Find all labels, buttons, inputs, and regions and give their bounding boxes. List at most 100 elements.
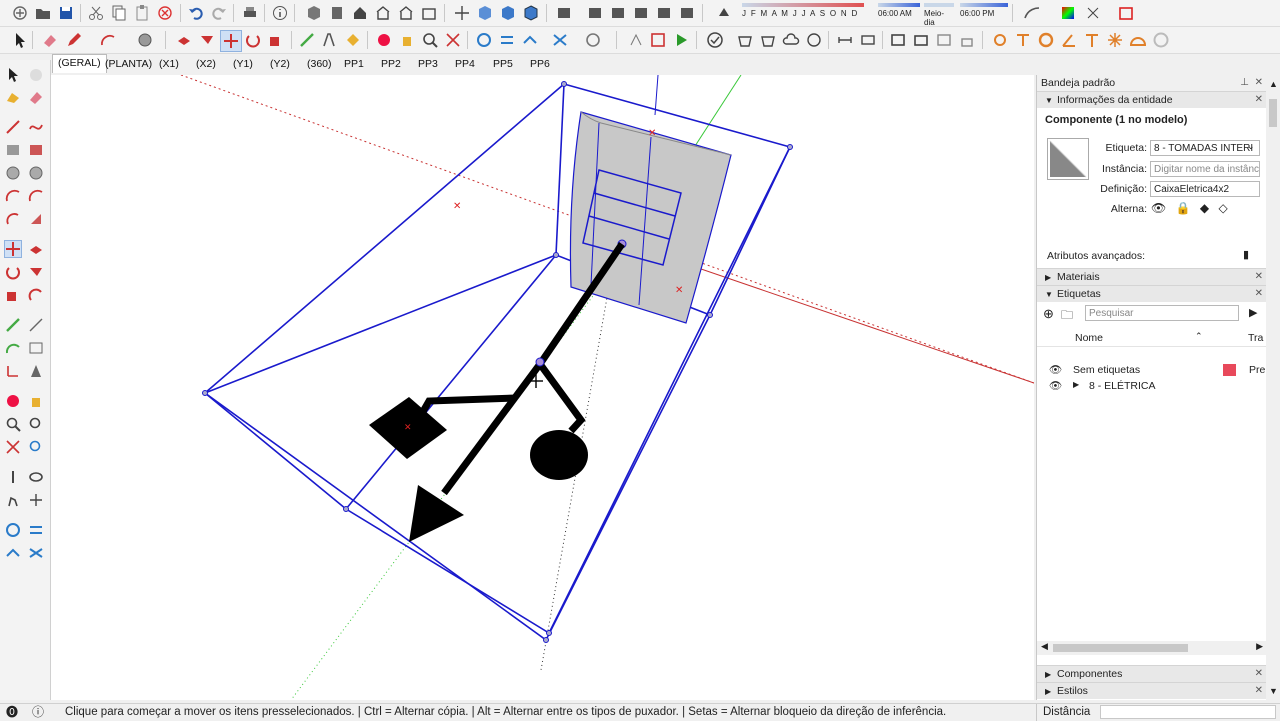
protractor-tool-icon[interactable] <box>4 339 22 357</box>
entity-info-header[interactable]: ▼ Informações da entidade ✕ <box>1037 91 1267 108</box>
smoove-icon[interactable] <box>497 30 517 50</box>
picture-icon[interactable] <box>934 30 954 50</box>
followme-tool-icon[interactable] <box>27 263 45 281</box>
expand-folder-icon[interactable]: ▶ <box>1073 380 1079 389</box>
xray-icon[interactable] <box>475 3 495 23</box>
tag-row[interactable]: 👁 Sem etiquetas Pre <box>1037 362 1267 378</box>
lock-icon[interactable]: 🔒 <box>1176 201 1191 215</box>
back-view-icon[interactable] <box>396 3 416 23</box>
scale-tool-icon[interactable] <box>4 286 22 304</box>
component-icon[interactable] <box>585 3 605 23</box>
paste-icon[interactable] <box>132 3 152 23</box>
pushpull-tool-icon[interactable] <box>27 240 45 258</box>
position-camera-tool-icon[interactable] <box>4 468 22 486</box>
add-location-icon[interactable] <box>583 30 603 50</box>
tag-row[interactable]: 👁 ▶ 8 - ELÉTRICA <box>1037 378 1267 394</box>
zoom-tool-icon[interactable] <box>4 415 22 433</box>
bucket-icon[interactable] <box>735 30 755 50</box>
dimension-icon[interactable] <box>835 30 855 50</box>
section-tool-icon[interactable] <box>27 491 45 509</box>
add-tag-icon[interactable]: ⊕ <box>1043 306 1054 322</box>
cut-icon[interactable] <box>86 3 106 23</box>
text-tool-icon[interactable] <box>27 339 45 357</box>
layers-icon[interactable] <box>554 3 574 23</box>
new-icon[interactable] <box>10 3 30 23</box>
tab-pp5[interactable]: PP5 <box>488 56 518 72</box>
angle-icon[interactable] <box>1059 30 1079 50</box>
look-around-tool-icon[interactable] <box>27 468 45 486</box>
model-viewport[interactable]: ✕ ✕ ✕ ✕ <box>51 75 1034 700</box>
eye-icon[interactable]: 👁 <box>1049 379 1062 392</box>
arc-icon[interactable] <box>98 30 118 50</box>
check-icon[interactable] <box>705 30 725 50</box>
polygon-tool-icon[interactable] <box>27 164 45 182</box>
solid-tools-icon[interactable] <box>1013 30 1033 50</box>
eye-icon[interactable]: 👁 <box>1049 363 1062 376</box>
circle-tool-icon[interactable] <box>4 164 22 182</box>
fog-icon[interactable] <box>1022 3 1042 23</box>
info-icon[interactable]: ⓘ <box>32 704 44 721</box>
play-scene-icon[interactable] <box>671 30 691 50</box>
t-tool-icon[interactable] <box>1082 30 1102 50</box>
materials-header[interactable]: ▶ Materiais ✕ <box>1037 268 1267 285</box>
pin-icon[interactable]: ⊥ <box>1240 75 1249 91</box>
col-name[interactable]: Nome <box>1075 332 1103 344</box>
expand-attrs-icon[interactable]: ▮ <box>1243 248 1249 261</box>
ring-icon[interactable] <box>1036 30 1056 50</box>
model-info-icon[interactable] <box>270 3 290 23</box>
pan-icon[interactable] <box>397 30 417 50</box>
tags-header[interactable]: ▼ Etiquetas ✕ <box>1037 285 1267 302</box>
lasso-tool-icon[interactable] <box>27 66 45 84</box>
tab-pp1[interactable]: PP1 <box>339 56 369 72</box>
tab-y1[interactable]: (Y1) <box>228 56 258 72</box>
circle-icon[interactable] <box>135 30 155 50</box>
print-icon[interactable] <box>240 3 260 23</box>
export-icon[interactable] <box>1116 3 1136 23</box>
offset-tool-icon[interactable] <box>27 286 45 304</box>
entity-info-close-icon[interactable]: ✕ <box>1255 92 1263 108</box>
display-icon[interactable] <box>677 3 697 23</box>
tag-color-swatch[interactable] <box>1223 364 1236 376</box>
tags-close-icon[interactable]: ✕ <box>1255 286 1263 302</box>
paint-bucket-icon[interactable] <box>343 30 363 50</box>
zoom-icon[interactable] <box>420 30 440 50</box>
col-dash[interactable]: Tra <box>1248 332 1263 344</box>
tab-pp2[interactable]: PP2 <box>376 56 406 72</box>
save-icon[interactable] <box>56 3 76 23</box>
window-icon[interactable] <box>888 30 908 50</box>
zoom-extents-tool-icon[interactable] <box>4 438 22 456</box>
refresh-icon[interactable] <box>804 30 824 50</box>
stamp-icon[interactable] <box>520 30 540 50</box>
move-tool-icon[interactable] <box>4 240 22 258</box>
tab-x2[interactable]: (X2) <box>191 56 221 72</box>
time-end[interactable]: 06:00 PM <box>960 3 1008 18</box>
tab-planta[interactable]: (PLANTA) <box>100 56 157 72</box>
text-icon[interactable] <box>320 30 340 50</box>
walk-icon[interactable] <box>626 30 646 50</box>
components-header[interactable]: ▶ Componentes ✕ <box>1037 665 1267 682</box>
materials-close-icon[interactable]: ✕ <box>1255 269 1263 285</box>
sandbox-tool-icon[interactable] <box>4 521 22 539</box>
orbit-tool-icon[interactable] <box>4 392 22 410</box>
horizontal-scrollbar[interactable]: ◀ ▶ <box>1037 641 1267 655</box>
drape-icon[interactable] <box>550 30 570 50</box>
tray-close-icon[interactable]: ✕ <box>1255 75 1263 91</box>
measurements-input[interactable] <box>1100 705 1276 719</box>
dome-icon[interactable] <box>1128 30 1148 50</box>
shadow-receive-icon[interactable]: ◇ <box>1218 201 1227 215</box>
shadow-cast-icon[interactable]: ◆ <box>1200 201 1209 215</box>
right-view-icon[interactable] <box>373 3 393 23</box>
arc-tool-icon[interactable] <box>4 187 22 205</box>
tab-360[interactable]: (360) <box>302 56 337 72</box>
tape-measure-icon[interactable] <box>297 30 317 50</box>
section-icon[interactable] <box>654 3 674 23</box>
solid-icon[interactable] <box>631 3 651 23</box>
render-icon[interactable] <box>758 30 778 50</box>
front-view-icon[interactable] <box>350 3 370 23</box>
camera-icon[interactable] <box>911 30 931 50</box>
rotate-tool-icon[interactable] <box>4 263 22 281</box>
shadows-icon[interactable] <box>714 3 734 23</box>
select-tool-icon[interactable] <box>4 66 22 84</box>
shadow-month-slider[interactable]: J F M A M J J A S O N D <box>742 3 864 18</box>
tab-pp4[interactable]: PP4 <box>450 56 480 72</box>
